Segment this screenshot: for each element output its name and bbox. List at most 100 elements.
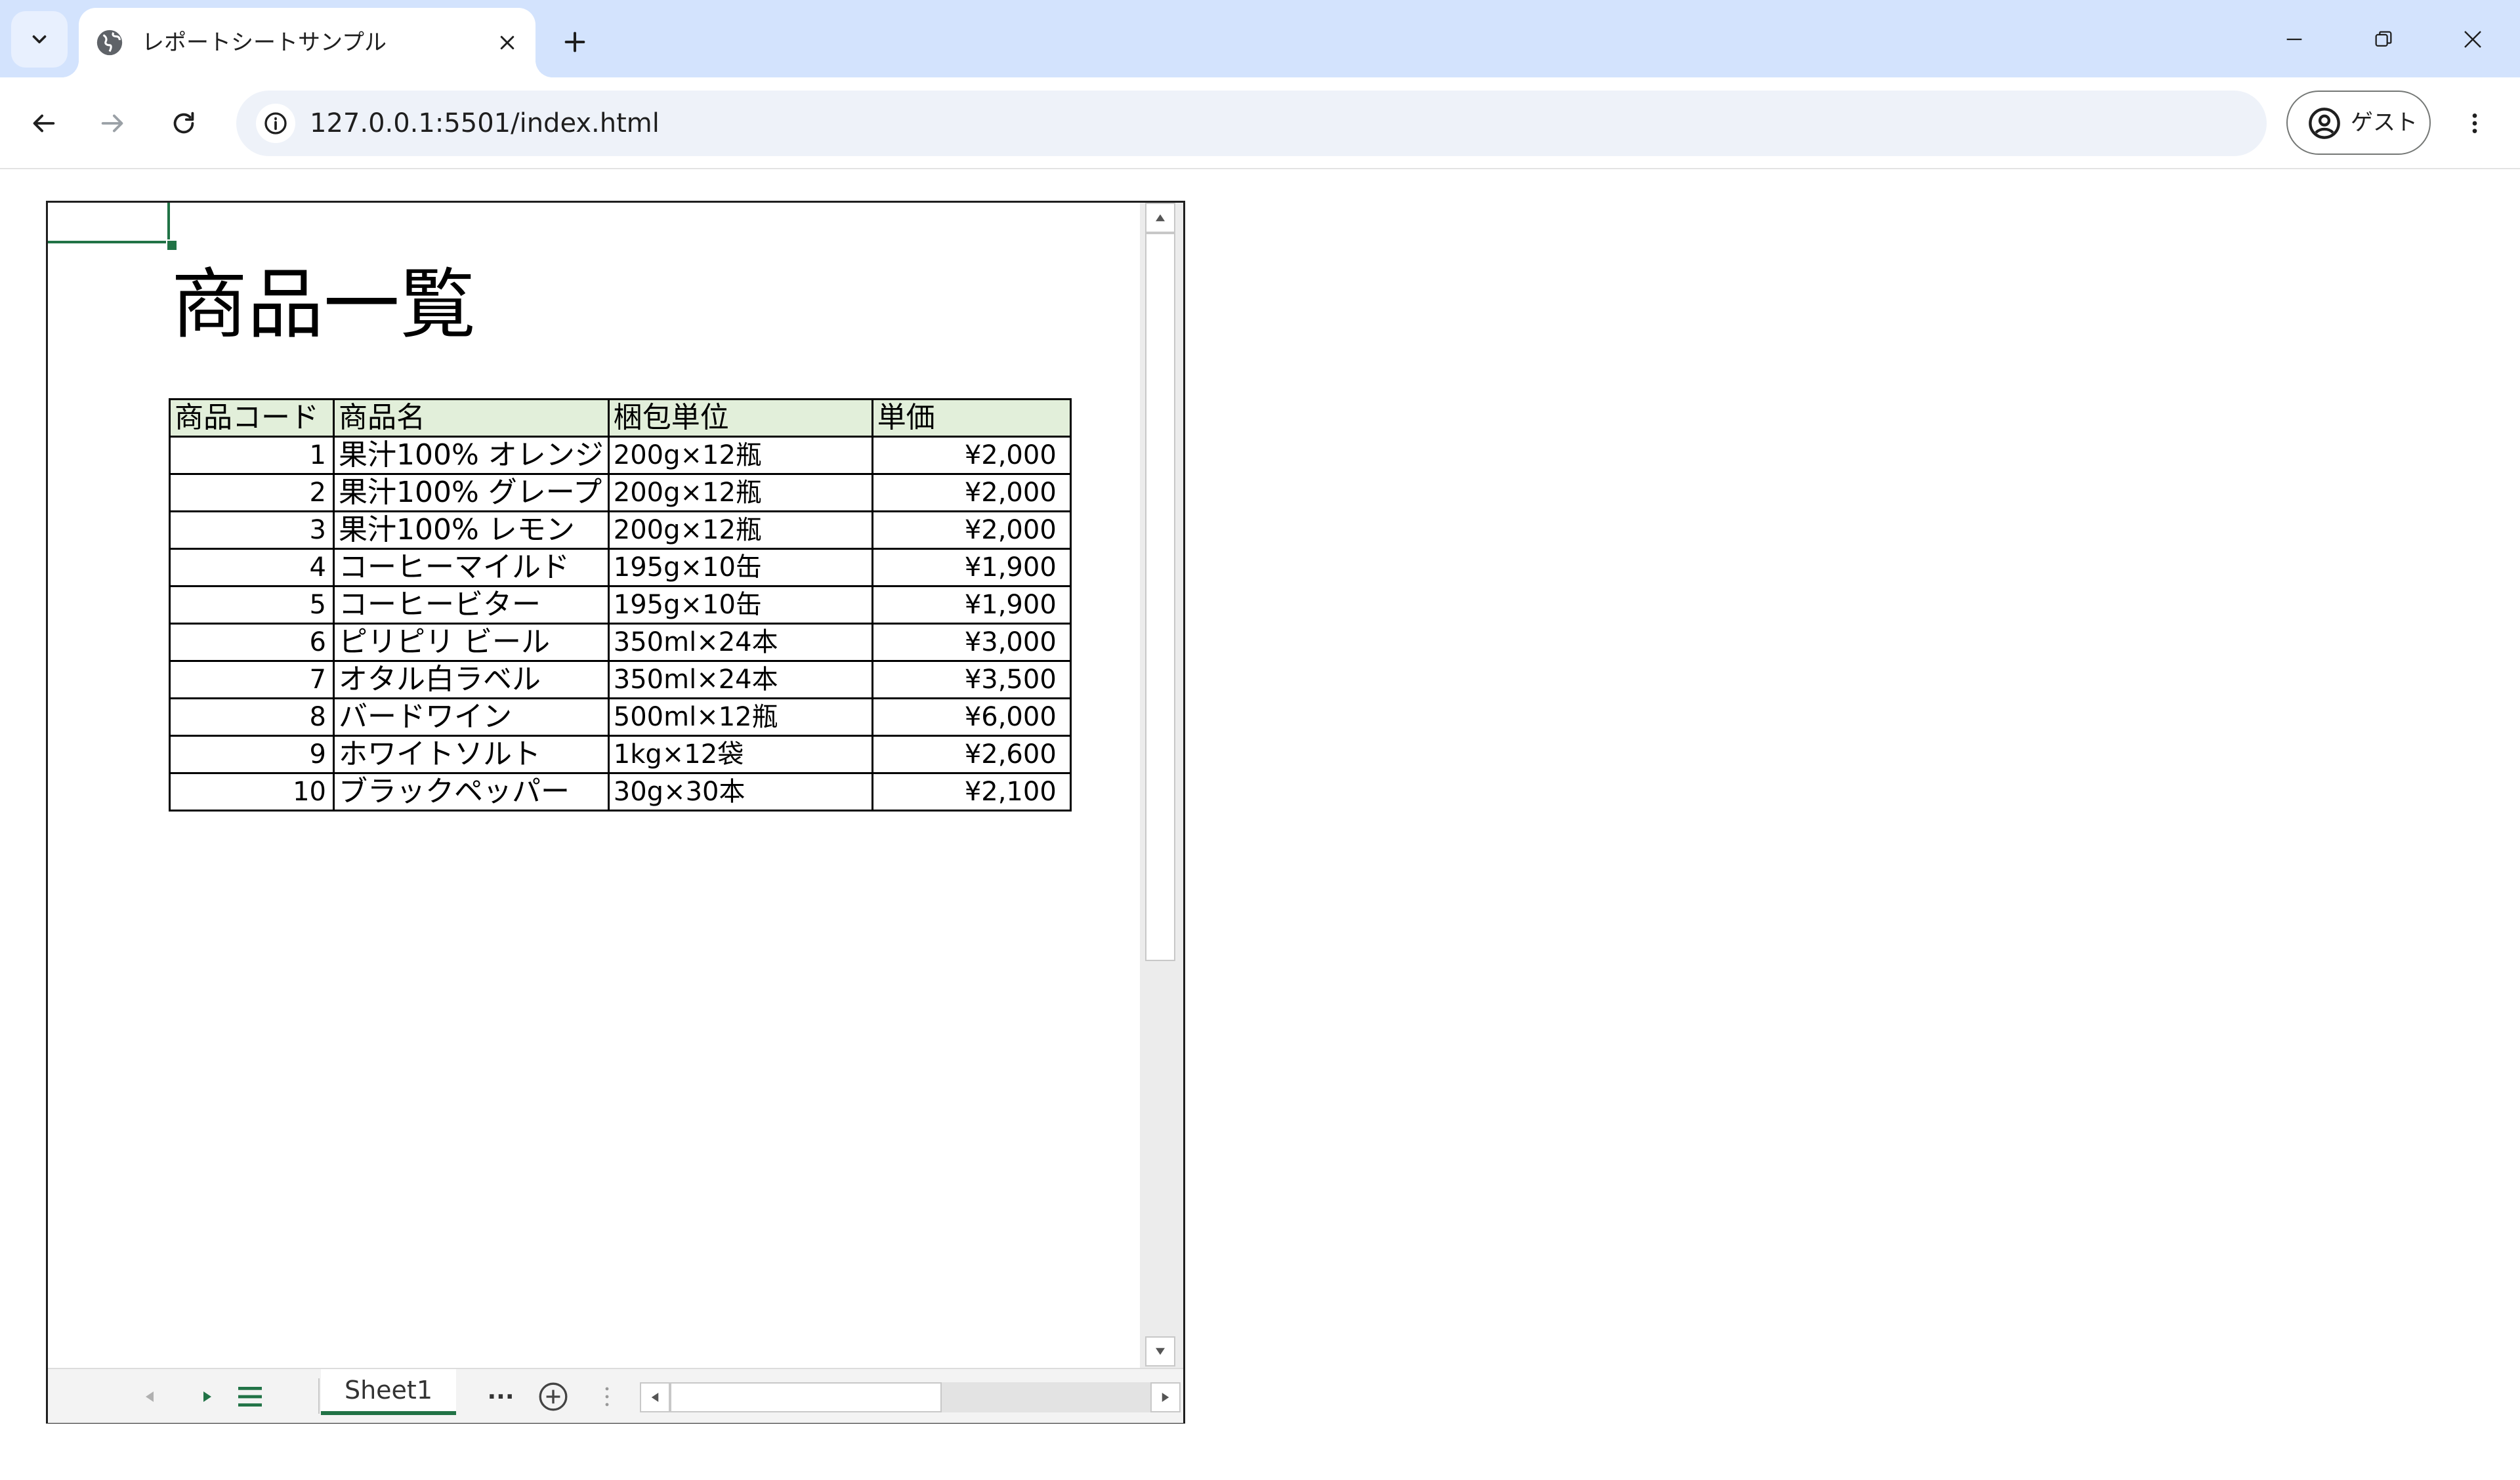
table-row: 1 果汁100% オレンジ 200g×12瓶 ¥2,000: [169, 436, 1072, 475]
scroll-up-button[interactable]: [1145, 203, 1175, 233]
new-tab-button[interactable]: [555, 22, 595, 62]
globe-icon: [96, 30, 123, 56]
cell-unit-price[interactable]: ¥1,900: [871, 585, 1072, 625]
cell-pack-unit[interactable]: 200g×12瓶: [607, 473, 873, 512]
browser-toolbar: 127.0.0.1:5501/index.html ゲスト: [0, 77, 2520, 169]
hamburger-menu-icon: [238, 1387, 262, 1407]
cell-product-code[interactable]: 4: [169, 548, 335, 587]
cell-product-name[interactable]: バードワイン: [333, 697, 610, 737]
sheet-title: 商品一覧: [171, 260, 476, 349]
cell-pack-unit[interactable]: 195g×10缶: [607, 548, 873, 587]
browser-menu-button[interactable]: [2452, 97, 2498, 150]
cell-unit-price[interactable]: ¥3,500: [871, 660, 1072, 699]
cell-product-name[interactable]: コーヒービター: [333, 585, 610, 625]
add-sheet-button[interactable]: [534, 1378, 573, 1415]
cell-unit-price[interactable]: ¥2,000: [871, 473, 1072, 512]
table-row: 9 ホワイトソルト 1kg×12袋 ¥2,600: [169, 735, 1072, 774]
cell-product-code[interactable]: 8: [169, 697, 335, 737]
cell-product-name[interactable]: 果汁100% グレープ: [333, 473, 610, 512]
cell-product-name[interactable]: 果汁100% オレンジ: [333, 436, 610, 475]
url-text[interactable]: 127.0.0.1:5501/index.html: [310, 91, 660, 156]
active-cell-selection[interactable]: [48, 203, 170, 243]
cell-product-name[interactable]: ピリピリ ビール: [333, 623, 610, 662]
scroll-tabs-left-button[interactable]: [133, 1378, 166, 1415]
arrow-right-icon: [101, 114, 123, 133]
minimize-button[interactable]: [2255, 12, 2334, 67]
column-header-code[interactable]: 商品コード: [169, 398, 335, 438]
cell-unit-price[interactable]: ¥1,900: [871, 548, 1072, 587]
column-header-name[interactable]: 商品名: [333, 398, 610, 438]
table-row: 6 ピリピリ ビール 350ml×24本 ¥3,000: [169, 623, 1072, 662]
profile-button[interactable]: ゲスト: [2286, 91, 2431, 155]
splitter-handle[interactable]: [600, 1378, 614, 1415]
horizontal-scroll-thumb[interactable]: [670, 1382, 942, 1412]
add-circle-icon: [539, 1382, 568, 1411]
reload-button[interactable]: [158, 97, 210, 150]
cell-product-code[interactable]: 9: [169, 735, 335, 774]
cell-unit-price[interactable]: ¥3,000: [871, 623, 1072, 662]
close-window-button[interactable]: [2433, 12, 2512, 67]
triangle-right-icon: [1162, 1393, 1169, 1402]
cell-pack-unit[interactable]: 350ml×24本: [607, 660, 873, 699]
cell-pack-unit[interactable]: 195g×10缶: [607, 585, 873, 625]
cell-pack-unit[interactable]: 200g×12瓶: [607, 436, 873, 475]
sheet-tab-sheet1[interactable]: Sheet1: [321, 1369, 456, 1415]
cell-product-code[interactable]: 1: [169, 436, 335, 475]
profile-label: ゲスト: [2351, 110, 2418, 136]
table-row: 7 オタル白ラベル 350ml×24本 ¥3,500: [169, 660, 1072, 699]
tab-search-button[interactable]: [11, 11, 68, 68]
sheet-tab-bar: Sheet1 ···: [48, 1368, 1183, 1423]
cell-product-code[interactable]: 6: [169, 623, 335, 662]
horizontal-scrollbar[interactable]: [640, 1382, 1181, 1412]
sheet-grid[interactable]: 商品一覧 商品コード 商品名 梱包単位 単価 1 果汁100% オレンジ 200g×…: [48, 203, 1137, 1368]
cell-product-code[interactable]: 3: [169, 510, 335, 550]
cell-product-name[interactable]: コーヒーマイルド: [333, 548, 610, 587]
cell-unit-price[interactable]: ¥2,000: [871, 436, 1072, 475]
address-bar[interactable]: 127.0.0.1:5501/index.html: [236, 91, 2267, 156]
scroll-down-button[interactable]: [1145, 1336, 1175, 1367]
info-icon: [264, 112, 287, 134]
vertical-scroll-thumb[interactable]: [1145, 233, 1175, 961]
restore-icon: [2375, 31, 2392, 47]
scroll-right-button[interactable]: [1150, 1382, 1181, 1412]
cell-product-name[interactable]: ブラックペッパー: [333, 772, 610, 812]
table-row: 10 ブラックペッパー 30g×30本 ¥2,100: [169, 772, 1072, 812]
fill-handle[interactable]: [166, 239, 178, 251]
browser-titlebar: レポートシートサンプル: [0, 0, 2520, 77]
minimize-icon: [2286, 38, 2302, 41]
more-sheets-button[interactable]: ···: [482, 1378, 519, 1415]
cell-pack-unit[interactable]: 200g×12瓶: [607, 510, 873, 550]
cell-product-name[interactable]: 果汁100% レモン: [333, 510, 610, 550]
cell-product-name[interactable]: オタル白ラベル: [333, 660, 610, 699]
restore-button[interactable]: [2344, 12, 2423, 67]
column-header-price[interactable]: 単価: [871, 398, 1072, 438]
back-button[interactable]: [17, 97, 70, 150]
cell-pack-unit[interactable]: 350ml×24本: [607, 623, 873, 662]
chevron-down-icon: [32, 35, 47, 44]
cell-unit-price[interactable]: ¥6,000: [871, 697, 1072, 737]
table-row: 2 果汁100% グレープ 200g×12瓶 ¥2,000: [169, 473, 1072, 512]
vertical-scrollbar[interactable]: [1140, 203, 1183, 1368]
column-header-pack[interactable]: 梱包単位: [607, 398, 873, 438]
cell-pack-unit[interactable]: 500ml×12瓶: [607, 697, 873, 737]
scroll-left-button[interactable]: [640, 1382, 670, 1412]
cell-product-code[interactable]: 5: [169, 585, 335, 625]
cell-unit-price[interactable]: ¥2,100: [871, 772, 1072, 812]
forward-button[interactable]: [87, 97, 139, 150]
table-row: 5 コーヒービター 195g×10缶 ¥1,900: [169, 585, 1072, 625]
excel-embed: 商品一覧 商品コード 商品名 梱包単位 単価 1 果汁100% オレンジ 200g×…: [46, 201, 1185, 1424]
cell-unit-price[interactable]: ¥2,000: [871, 510, 1072, 550]
browser-tab-active[interactable]: レポートシートサンプル: [62, 8, 553, 77]
cell-unit-price[interactable]: ¥2,600: [871, 735, 1072, 774]
cell-product-code[interactable]: 7: [169, 660, 335, 699]
triangle-up-icon: [1156, 214, 1165, 222]
site-info-button[interactable]: [256, 104, 295, 143]
tab-close-button[interactable]: [491, 26, 524, 59]
cell-pack-unit[interactable]: 30g×30本: [607, 772, 873, 812]
cell-pack-unit[interactable]: 1kg×12袋: [607, 735, 873, 774]
cell-product-code[interactable]: 10: [169, 772, 335, 812]
cell-product-code[interactable]: 2: [169, 473, 335, 512]
cell-product-name[interactable]: ホワイトソルト: [333, 735, 610, 774]
all-sheets-button[interactable]: [230, 1378, 270, 1415]
scroll-tabs-right-button[interactable]: [191, 1378, 224, 1415]
